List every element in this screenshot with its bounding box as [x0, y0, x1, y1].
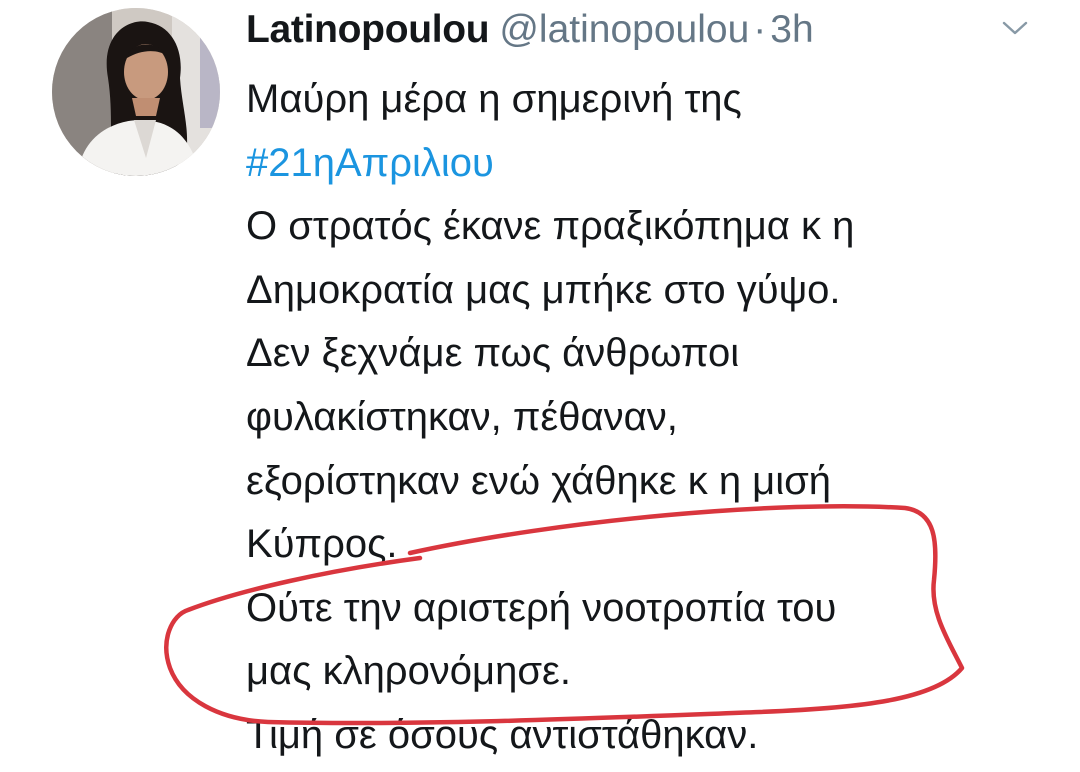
avatar[interactable]	[52, 8, 220, 176]
tweet-header: Latinopoulou @latinopoulou · 3h	[246, 8, 814, 58]
tweet-text-line: Κύπρος.	[246, 522, 398, 567]
author-handle[interactable]: @latinopoulou	[499, 8, 749, 52]
tweet-text-line: Μαύρη μέρα η σημερινή της	[246, 77, 742, 121]
tweet-text-line: Δημοκρατία μας μπήκε στο γύψο.	[246, 267, 841, 312]
profile-photo	[52, 8, 220, 176]
tweet-text-line: μας κληρονόμησε.	[246, 649, 571, 694]
tweet-body: Μαύρη μέρα η σημερινή της #21ηΑπριλιου Ο…	[246, 68, 1046, 768]
tweet-text-line: Ο στρατός έκανε πραξικόπημα κ η	[246, 204, 855, 249]
separator-dot: ·	[753, 8, 767, 51]
tweet-card: Latinopoulou @latinopoulou · 3h Μαύρη μέ…	[0, 0, 1080, 772]
tweet-timestamp[interactable]: 3h	[770, 8, 813, 52]
chevron-down-icon[interactable]	[1002, 20, 1028, 36]
hashtag-link[interactable]: #21ηΑπριλιου	[246, 132, 1046, 196]
author-display-name[interactable]: Latinopoulou	[246, 8, 490, 52]
tweet-text-line: Δεν ξεχνάμε πως άνθρωποι	[246, 331, 740, 376]
tweet-text-line: Ούτε την αριστερή νοοτροπία του	[246, 585, 837, 630]
tweet-text-line: Τιμή σε όσους αντιστάθηκαν.	[246, 712, 759, 757]
tweet-text-line: φυλακίστηκαν, πέθαναν,	[246, 394, 678, 439]
tweet-text-line: εξορίστηκαν ενώ χάθηκε κ η μισή	[246, 458, 832, 503]
